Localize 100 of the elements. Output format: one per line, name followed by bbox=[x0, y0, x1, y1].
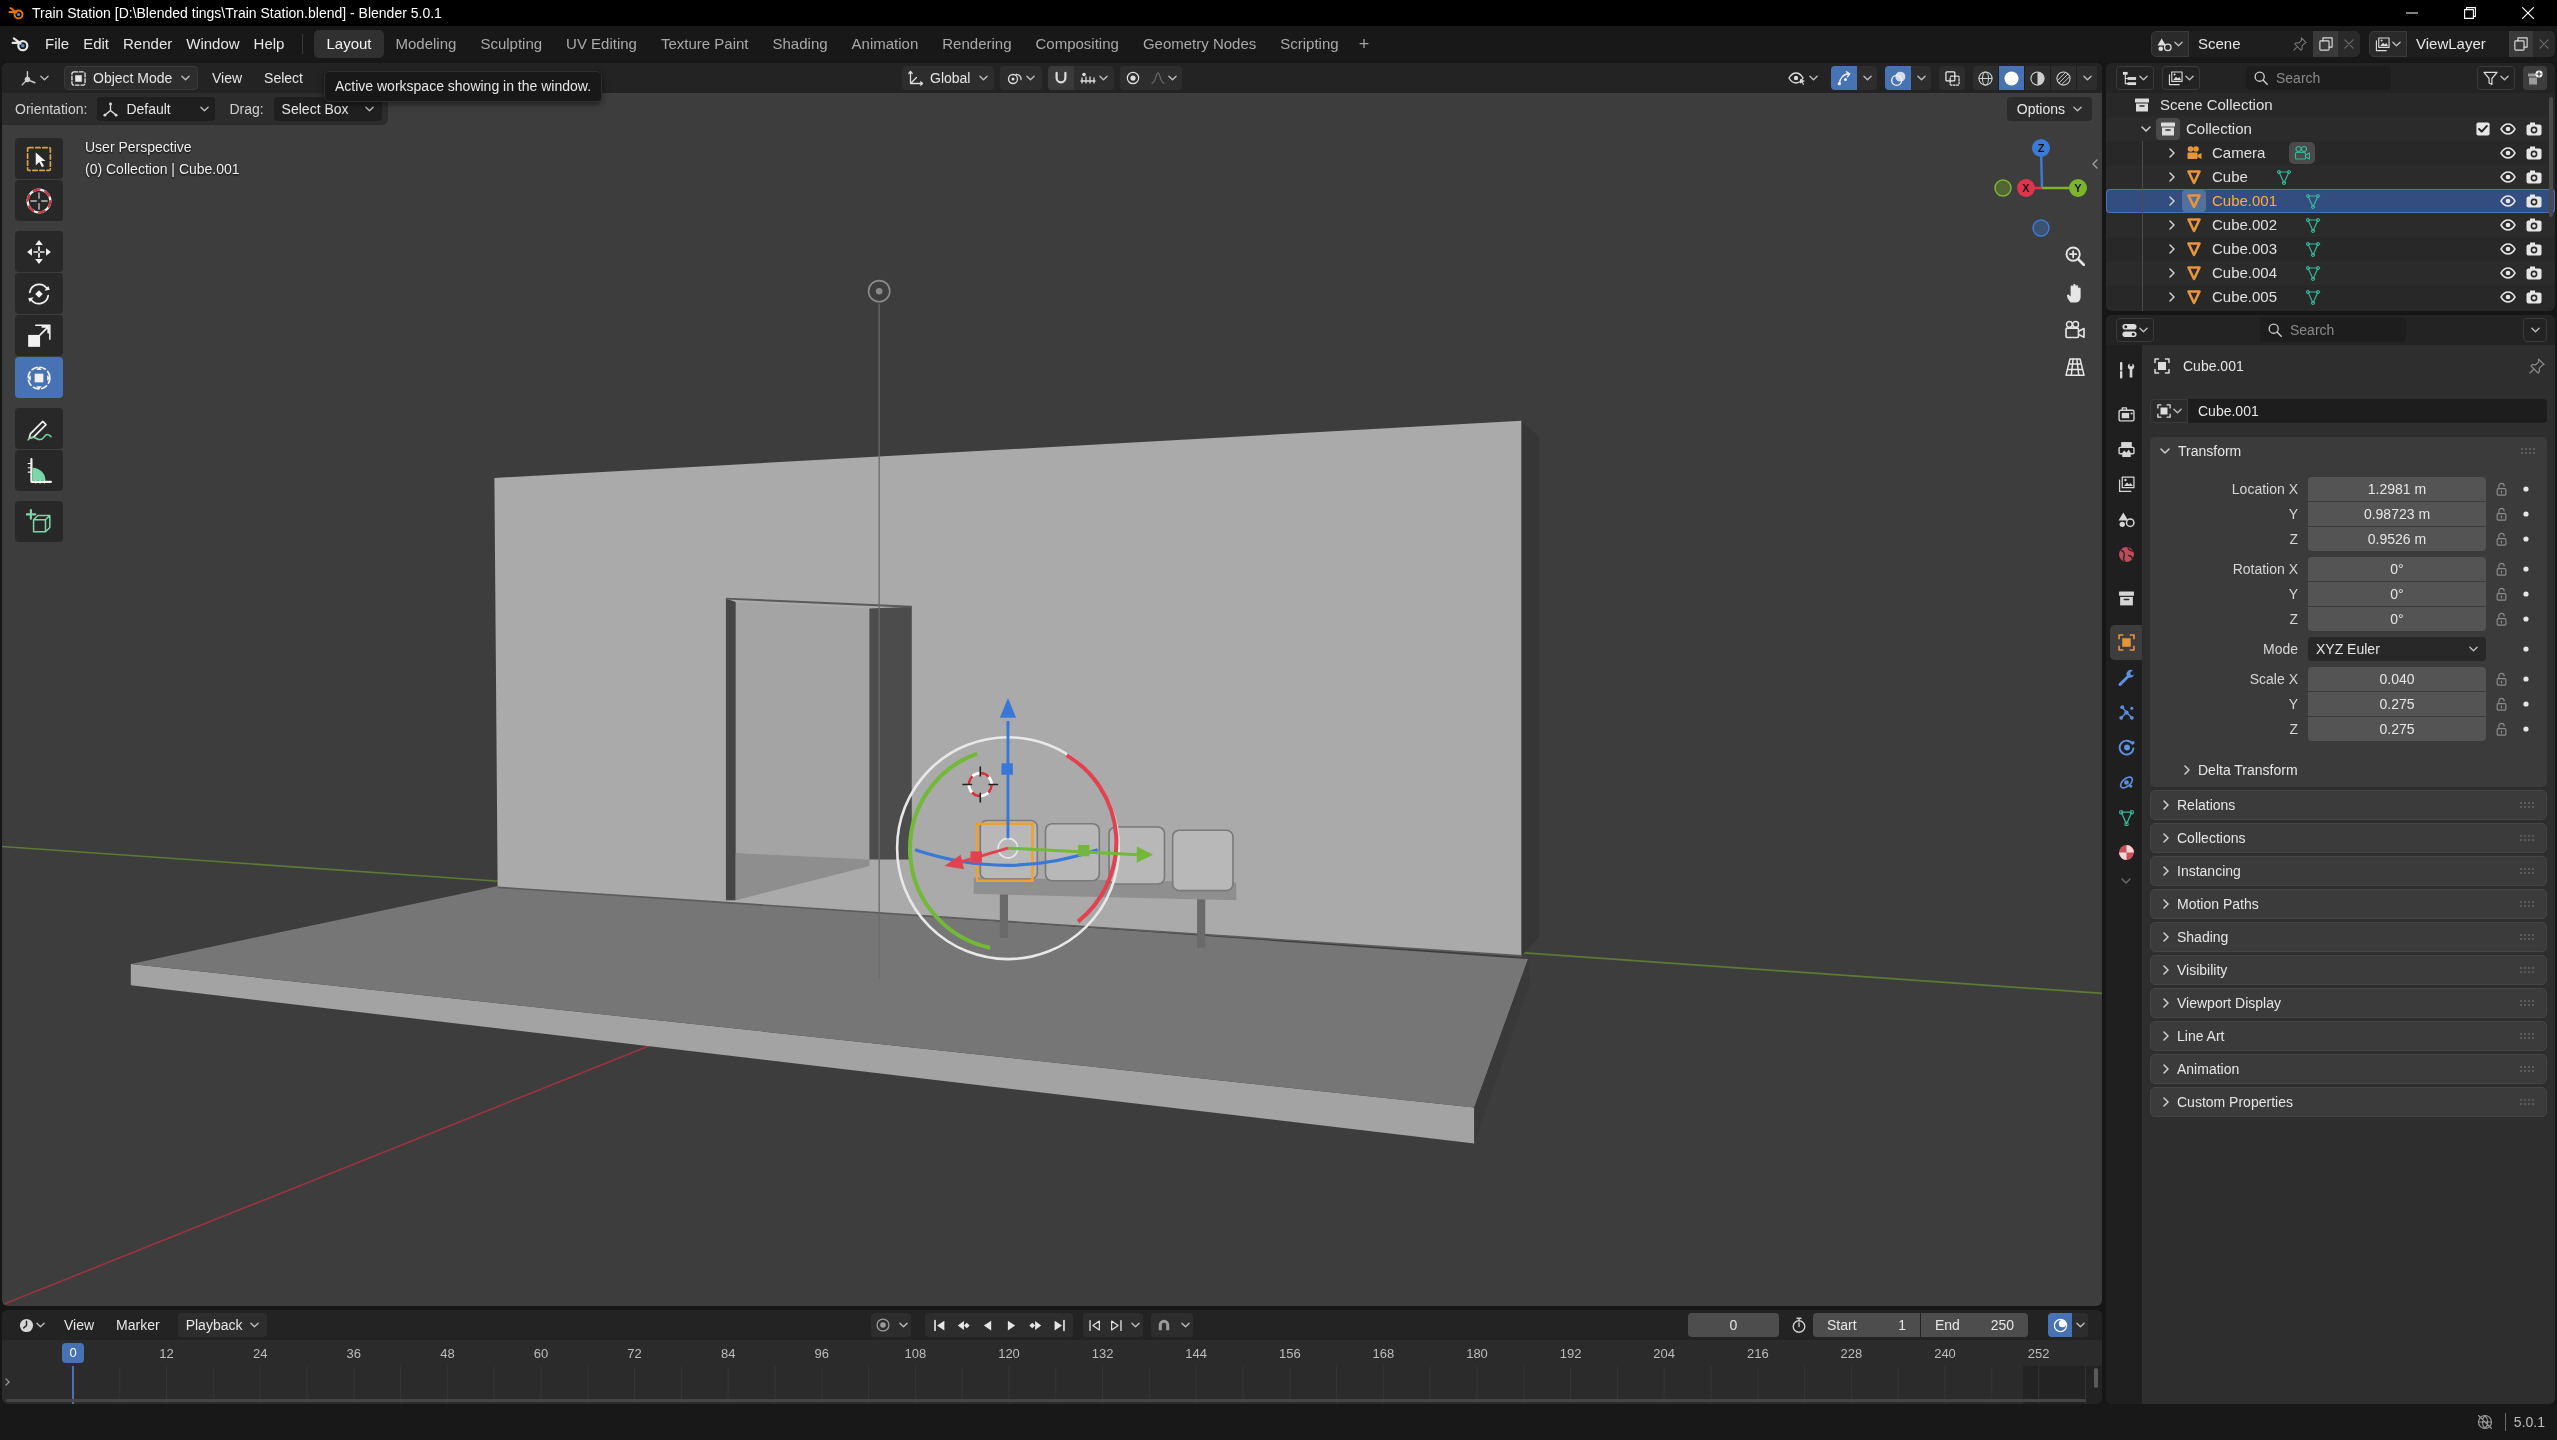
view-layer-browse-button[interactable] bbox=[2369, 31, 2407, 57]
transform-gizmo[interactable] bbox=[895, 698, 1154, 961]
keyframe-dot-icon[interactable] bbox=[2523, 726, 2529, 732]
eye-icon[interactable] bbox=[2500, 219, 2516, 231]
proportional-edit-toggle[interactable] bbox=[1120, 66, 1146, 90]
datablock-type-dropdown[interactable] bbox=[2150, 399, 2188, 423]
pivot-dropdown[interactable] bbox=[1000, 66, 1042, 90]
workspace-tab[interactable]: Scripting bbox=[1268, 30, 1351, 58]
orientation-dropdown[interactable]: Global bbox=[902, 66, 994, 90]
chevron-right-icon[interactable] bbox=[2163, 866, 2169, 876]
tool-button[interactable] bbox=[15, 273, 63, 314]
chevron-right-icon[interactable] bbox=[5, 1378, 10, 1386]
keyframe-options-dropdown[interactable] bbox=[1127, 1313, 1143, 1337]
drag-handle-icon[interactable] bbox=[2520, 835, 2534, 841]
tool-button[interactable] bbox=[15, 501, 63, 542]
shading-mode-button[interactable] bbox=[2051, 66, 2077, 90]
eye-icon[interactable] bbox=[2500, 267, 2516, 279]
start-frame-field[interactable]: Start 1 bbox=[1813, 1313, 1920, 1337]
new-scene-button[interactable] bbox=[2313, 31, 2338, 57]
shading-mode-button[interactable] bbox=[2025, 66, 2051, 90]
unlocked-lock-icon[interactable] bbox=[2495, 562, 2507, 576]
number-field[interactable]: 0° bbox=[2308, 557, 2486, 581]
options-dropdown[interactable]: Options bbox=[2006, 97, 2092, 121]
chevron-right-icon[interactable] bbox=[2163, 1031, 2169, 1041]
drag-handle-icon[interactable] bbox=[2520, 868, 2534, 874]
zoom-icon[interactable] bbox=[2065, 246, 2085, 266]
drag-handle-icon[interactable] bbox=[2520, 901, 2534, 907]
number-field[interactable]: 0° bbox=[2308, 607, 2486, 631]
chevron-right-icon[interactable] bbox=[2169, 148, 2175, 158]
auto-keying-dropdown[interactable] bbox=[895, 1313, 911, 1337]
tool-button[interactable] bbox=[15, 180, 63, 221]
panel-header[interactable]: Custom Properties bbox=[2150, 1087, 2547, 1117]
drag-handle-icon[interactable] bbox=[2520, 1033, 2534, 1039]
unlocked-lock-icon[interactable] bbox=[2495, 482, 2507, 496]
unlocked-lock-icon[interactable] bbox=[2495, 672, 2507, 686]
unlocked-lock-icon[interactable] bbox=[2495, 612, 2507, 626]
panel-header[interactable]: Animation bbox=[2150, 1054, 2547, 1084]
keying-set-button[interactable] bbox=[1151, 1313, 1177, 1337]
workspace-tab[interactable]: Layout bbox=[314, 30, 384, 58]
xray-toggle[interactable] bbox=[1939, 66, 1965, 90]
render-camera-icon[interactable] bbox=[2526, 170, 2542, 184]
new-view-layer-button[interactable] bbox=[2509, 31, 2533, 57]
chevron-right-icon[interactable] bbox=[2163, 998, 2169, 1008]
chevron-right-icon[interactable] bbox=[2169, 244, 2175, 254]
chevron-right-icon[interactable] bbox=[2169, 196, 2175, 206]
view-options-dropdown[interactable] bbox=[2072, 1313, 2088, 1337]
panel-header[interactable]: Relations bbox=[2150, 790, 2547, 820]
menu-item[interactable]: Marker bbox=[108, 1313, 168, 1337]
keyframe-dot-icon[interactable] bbox=[2523, 591, 2529, 597]
chevron-right-icon[interactable] bbox=[2163, 899, 2169, 909]
chevron-right-icon[interactable] bbox=[2163, 965, 2169, 975]
render-camera-icon[interactable] bbox=[2526, 146, 2542, 160]
tool-button[interactable] bbox=[15, 315, 63, 356]
chevron-left-icon[interactable] bbox=[2092, 159, 2098, 169]
workspace-tab[interactable]: Sculpting bbox=[468, 30, 555, 58]
keyframe-dot-icon[interactable] bbox=[2523, 566, 2529, 572]
menu-item[interactable]: View bbox=[56, 1313, 103, 1337]
panel-header[interactable]: Viewport Display bbox=[2150, 988, 2547, 1018]
end-frame-field[interactable]: End 250 bbox=[1921, 1313, 2028, 1337]
drag-handle-icon[interactable] bbox=[2520, 934, 2534, 940]
menu-item[interactable]: File bbox=[38, 30, 77, 58]
gizmo-toggle[interactable] bbox=[1831, 66, 1857, 90]
unlocked-lock-icon[interactable] bbox=[2495, 587, 2507, 601]
eye-icon[interactable] bbox=[2500, 195, 2516, 207]
menu-item[interactable]: Render bbox=[116, 30, 180, 58]
drag-handle-icon[interactable] bbox=[2520, 1099, 2534, 1105]
number-field[interactable]: 0.040 bbox=[2308, 667, 2486, 691]
workspace-tab[interactable]: Animation bbox=[839, 30, 931, 58]
mode-dropdown[interactable]: Object Mode bbox=[64, 66, 198, 90]
menu-item[interactable]: View bbox=[204, 66, 251, 90]
playback-dropdown[interactable]: Playback bbox=[177, 1313, 268, 1337]
panel-header[interactable]: Line Art bbox=[2150, 1021, 2547, 1051]
overlays-toggle[interactable] bbox=[1885, 66, 1911, 90]
drag-handle-icon[interactable] bbox=[2521, 448, 2535, 454]
scene-name-field[interactable]: Scene bbox=[2189, 31, 2313, 57]
chevron-right-icon[interactable] bbox=[2169, 268, 2175, 278]
pin-icon[interactable] bbox=[2529, 358, 2545, 374]
workspace-tab[interactable]: Texture Paint bbox=[648, 30, 761, 58]
number-field[interactable]: 0.98723 m bbox=[2308, 502, 2486, 526]
keyframe-dot-icon[interactable] bbox=[2523, 676, 2529, 682]
number-field[interactable]: 0° bbox=[2308, 582, 2486, 606]
mesh-data-icon[interactable] bbox=[2305, 289, 2322, 305]
drag-handle-icon[interactable] bbox=[2520, 802, 2534, 808]
chevron-right-icon[interactable] bbox=[2169, 220, 2175, 230]
tool-button[interactable] bbox=[15, 408, 63, 449]
tool-button[interactable] bbox=[15, 231, 63, 272]
orientation-dropdown[interactable]: Default bbox=[97, 97, 216, 121]
chevron-right-icon[interactable] bbox=[2163, 932, 2169, 942]
menu-item[interactable]: Select bbox=[256, 66, 311, 90]
eye-icon[interactable] bbox=[2500, 123, 2516, 135]
current-frame-field[interactable]: 0 bbox=[1688, 1313, 1779, 1337]
axis-ball-button[interactable]: X bbox=[2017, 179, 2035, 197]
workspace-tab[interactable]: Rendering bbox=[930, 30, 1024, 58]
camera-data-icon[interactable] bbox=[2289, 142, 2316, 164]
number-field[interactable]: 1.2981 m bbox=[2308, 477, 2486, 501]
stopwatch-icon[interactable] bbox=[1791, 1317, 1807, 1333]
menu-item[interactable]: Help bbox=[246, 30, 292, 58]
editor-type-button[interactable] bbox=[2116, 318, 2154, 342]
workspace-tab[interactable]: Geometry Nodes bbox=[1130, 30, 1269, 58]
panel-header[interactable]: Motion Paths bbox=[2150, 889, 2547, 919]
